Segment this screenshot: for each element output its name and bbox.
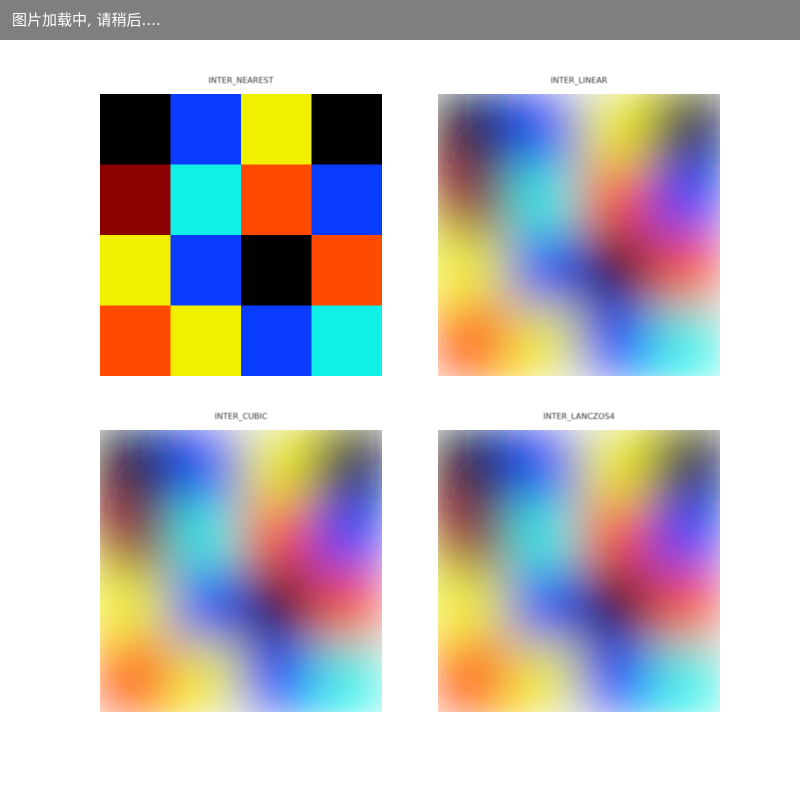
pixel-cell: [241, 500, 312, 572]
loading-banner: 图片加载中, 请稍后....: [0, 0, 800, 40]
pixel-cell: [649, 500, 720, 572]
panel-nearest: INTER_NEAREST: [100, 68, 382, 376]
pixel-cell: [311, 305, 382, 376]
pixel-cell: [649, 641, 720, 712]
pixel-cell: [438, 235, 509, 306]
pixel-cell: [649, 94, 720, 165]
pixel-cell: [100, 235, 171, 306]
panel-title: INTER_LINEAR: [550, 76, 608, 85]
pixel-cell: [100, 500, 171, 572]
image-viewer-page: 图片加载中, 请稍后.... INTER_NEAREST INTER_LINEA…: [0, 0, 800, 800]
pixel-cell: [311, 571, 382, 642]
pixel-cell: [100, 164, 171, 236]
pixel-cell: [438, 430, 509, 501]
pixel-cell: [100, 305, 171, 376]
pixel-cell: [579, 305, 650, 376]
pixel-cell: [649, 235, 720, 306]
pixel-cell: [508, 94, 580, 165]
pixel-cell: [579, 430, 650, 501]
panel-linear: INTER_LINEAR: [438, 68, 720, 376]
pixel-cell: [170, 641, 242, 712]
pixel-cell: [579, 94, 650, 165]
pixel-cell: [579, 641, 650, 712]
pixel-cell: [311, 94, 382, 165]
interpolation-svg: [438, 430, 720, 712]
pixel-cell: [508, 305, 580, 376]
interpolation-svg: [438, 94, 720, 376]
pixel-cell: [241, 164, 312, 236]
pixel-cell: [438, 94, 509, 165]
pixel-cell: [508, 500, 580, 572]
panel-title: INTER_NEAREST: [208, 76, 274, 85]
pixel-cell: [170, 571, 242, 642]
pixel-cell: [508, 235, 580, 306]
pixel-cell: [241, 430, 312, 501]
pixel-cell: [241, 235, 312, 306]
panel-title: INTER_CUBIC: [214, 412, 268, 421]
pixel-cell: [100, 641, 171, 712]
pixel-cell: [170, 305, 242, 376]
pixel-cell: [170, 164, 242, 236]
pixel-cell: [579, 164, 650, 236]
pixel-cell: [241, 641, 312, 712]
pixel-cell: [649, 571, 720, 642]
pixel-cell: [649, 430, 720, 501]
pixel-cell: [170, 500, 242, 572]
pixel-cell: [311, 641, 382, 712]
pixel-cell: [438, 500, 509, 572]
pixel-cell: [241, 571, 312, 642]
pixel-cell: [241, 94, 312, 165]
pixel-cell: [100, 430, 171, 501]
pixel-cell: [438, 571, 509, 642]
interpolation-svg: [100, 94, 382, 376]
pixel-cell: [170, 235, 242, 306]
pixel-cell: [649, 305, 720, 376]
pixel-cell: [100, 571, 171, 642]
pixel-cell: [508, 164, 580, 236]
pixel-cell: [579, 500, 650, 572]
interpolation-svg: [100, 430, 382, 712]
interpolation-image: [438, 430, 720, 712]
pixel-cell: [311, 500, 382, 572]
pixel-cell: [508, 641, 580, 712]
pixel-cell: [311, 430, 382, 501]
pixel-cell: [100, 94, 171, 165]
pixel-cell: [438, 164, 509, 236]
interpolation-image: [100, 94, 382, 376]
pixel-cell: [241, 305, 312, 376]
panel-title: INTER_LANCZOS4: [543, 412, 615, 421]
pixel-cell: [311, 164, 382, 236]
pixel-cell: [311, 235, 382, 306]
pixel-cell: [649, 164, 720, 236]
panel-lanczos4: INTER_LANCZOS4: [438, 404, 720, 712]
pixel-cell: [579, 571, 650, 642]
interpolation-image: [438, 94, 720, 376]
pixel-cell: [438, 305, 509, 376]
pixel-cell: [579, 235, 650, 306]
panel-cubic: INTER_CUBIC: [100, 404, 382, 712]
pixel-cell: [438, 641, 509, 712]
pixel-cell: [170, 94, 242, 165]
pixel-cell: [508, 430, 580, 501]
interpolation-image: [100, 430, 382, 712]
pixel-cell: [508, 571, 580, 642]
pixel-cell: [170, 430, 242, 501]
